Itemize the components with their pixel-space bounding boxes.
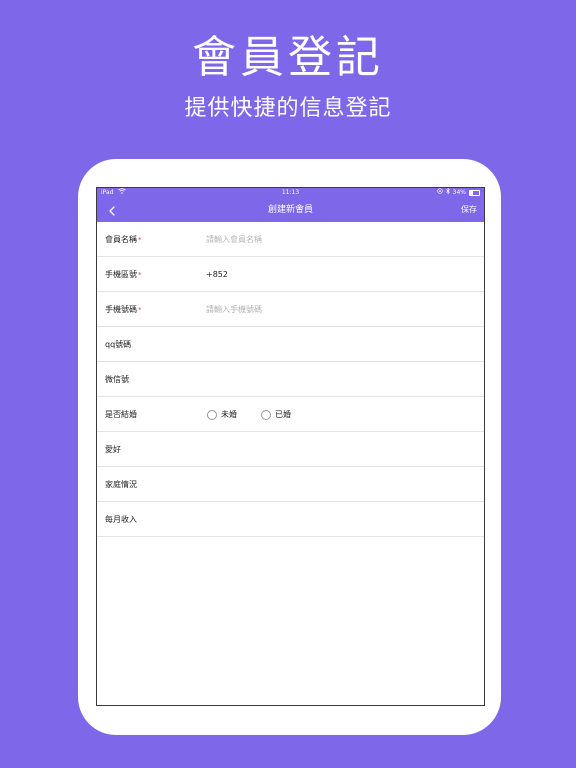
promo-title: 會員登記	[192, 32, 384, 83]
qq-label: qq號碼	[105, 340, 132, 349]
radio-circle-icon	[207, 409, 217, 420]
family-label: 家庭情況	[105, 480, 137, 489]
radio-circle-icon	[261, 409, 271, 420]
form-row-family: 家庭情況	[97, 467, 484, 502]
wechat-input[interactable]	[206, 362, 466, 397]
area-code-value[interactable]: +852	[206, 257, 466, 292]
area-code-label: 手機區號*	[105, 270, 142, 279]
member-name-input[interactable]	[206, 222, 466, 257]
radio-label: 已婚	[275, 410, 291, 419]
income-input[interactable]	[206, 502, 466, 537]
married-radio-group: 未婚 已婚	[207, 397, 315, 432]
form-row-income: 每月收入	[97, 502, 484, 537]
lock-rotation-icon	[437, 188, 443, 198]
status-time: 11:13	[281, 189, 300, 196]
form-row-qq: qq號碼	[97, 327, 484, 362]
phone-label: 手機號碼*	[105, 305, 142, 314]
phone-input[interactable]	[206, 292, 466, 327]
required-mark: *	[138, 236, 142, 244]
bluetooth-icon	[445, 188, 450, 198]
battery-icon	[469, 190, 480, 196]
required-mark: *	[138, 271, 142, 279]
family-input[interactable]	[206, 467, 466, 502]
required-mark: *	[138, 306, 142, 314]
form-row-hobby: 愛好	[97, 432, 484, 467]
hobby-label: 愛好	[105, 445, 121, 454]
wechat-label: 微信號	[105, 375, 129, 384]
member-name-label: 會員名稱*	[105, 235, 142, 244]
form-row-phone: 手機號碼*	[97, 292, 484, 327]
radio-married[interactable]: 已婚	[261, 409, 291, 420]
married-label: 是否結婚	[105, 410, 137, 419]
form-row-member-name: 會員名稱*	[97, 222, 484, 257]
qq-input[interactable]	[206, 327, 466, 362]
promo-subtitle: 提供快捷的信息登記	[184, 96, 392, 121]
nav-bar: 創建新會員 保存	[97, 198, 484, 222]
form-row-wechat: 微信號	[97, 362, 484, 397]
radio-unmarried[interactable]: 未婚	[207, 409, 237, 420]
status-bar: iPad 11:13 34%	[97, 188, 484, 198]
save-button[interactable]: 保存	[461, 198, 477, 222]
nav-title: 創建新會員	[267, 205, 313, 215]
income-label: 每月收入	[105, 515, 137, 524]
battery-percent: 34%	[452, 189, 466, 196]
app-screen: iPad 11:13 34% 創建新會員 保存 會員名稱* 請輸入會員名稱 手機…	[96, 187, 485, 706]
radio-label: 未婚	[221, 410, 237, 419]
hobby-input[interactable]	[206, 432, 466, 467]
form-row-area-code: 手機區號* +852	[97, 257, 484, 292]
member-form: 會員名稱* 手機區號* +852 手機號碼* qq號碼 微信號 是否結婚 未婚	[97, 222, 484, 537]
form-row-married: 是否結婚 未婚 已婚	[97, 397, 484, 432]
